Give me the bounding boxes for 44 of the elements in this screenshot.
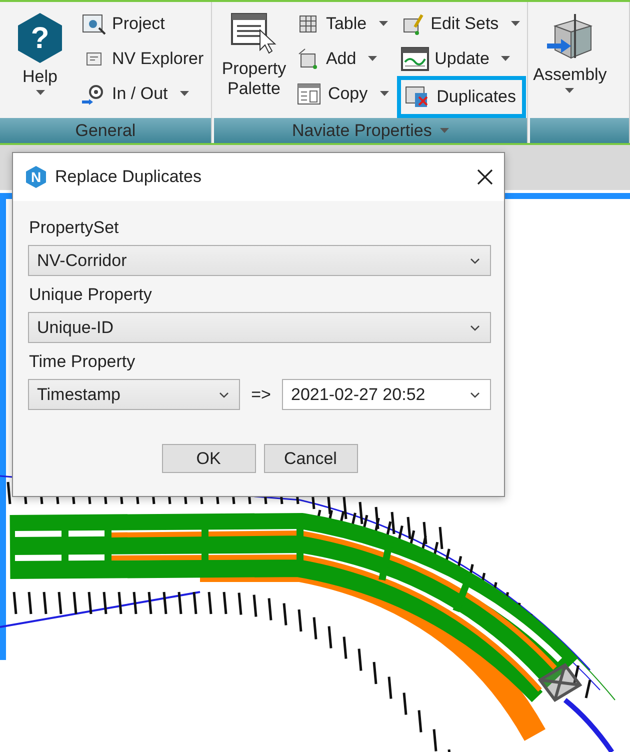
app-icon: N	[25, 166, 47, 188]
dialog-button[interactable]: OK	[162, 444, 256, 473]
panel-menu-icon	[440, 128, 449, 133]
caret-icon	[565, 88, 574, 93]
chevron-icon	[219, 392, 229, 398]
ribbon-button[interactable]: ? Help	[6, 6, 74, 101]
close-icon[interactable]	[476, 168, 494, 186]
chart-window-icon	[400, 46, 429, 70]
field-label: Time Property	[28, 351, 136, 373]
caret-icon	[380, 91, 389, 96]
ribbon-button[interactable]: Duplicates	[396, 76, 526, 118]
ribbon-button[interactable]: Copy	[292, 76, 393, 111]
caret-icon	[36, 90, 44, 95]
caret-icon	[510, 21, 520, 26]
ribbon-button[interactable]: Add	[292, 41, 393, 76]
dropdown-field[interactable]: Unique-ID	[28, 312, 491, 343]
ribbon-button[interactable]: Table	[292, 6, 393, 41]
ribbon-button[interactable]: Property Palette	[220, 6, 288, 105]
ribbon-button[interactable]: In / Out	[78, 76, 208, 111]
dropdown-field[interactable]: Timestamp	[28, 379, 240, 410]
caret-icon	[378, 21, 388, 26]
form-cursor-icon	[230, 12, 278, 56]
field-label: Unique Property	[28, 284, 153, 306]
panel-title: Naviate Properties	[292, 120, 432, 140]
arrow-text: =>	[250, 384, 272, 404]
dropdown-field[interactable]: NV-Corridor	[28, 245, 491, 276]
caret-icon	[368, 56, 378, 61]
dialog-title: Replace Duplicates	[55, 167, 202, 187]
panel-title: General	[75, 120, 136, 140]
chevron-icon	[470, 392, 480, 398]
chevron-icon	[470, 258, 480, 264]
document-icon	[296, 82, 322, 106]
chevron-icon	[470, 324, 480, 330]
date-field[interactable]: 2021-02-27 20:52	[282, 379, 491, 410]
ribbon-button[interactable]: Edit Sets	[396, 6, 526, 41]
dialog-button[interactable]: Cancel	[264, 444, 358, 473]
ribbon-button[interactable]: NV Explorer	[78, 41, 208, 76]
caret-icon	[501, 56, 510, 61]
field-label: PropertySet	[28, 217, 120, 239]
pencil-icon	[400, 12, 425, 34]
help-icon: ?	[17, 12, 63, 64]
ribbon-button[interactable]: Project	[78, 6, 208, 41]
caret-icon	[180, 91, 189, 96]
ribbon-button[interactable]: Update	[396, 41, 526, 76]
